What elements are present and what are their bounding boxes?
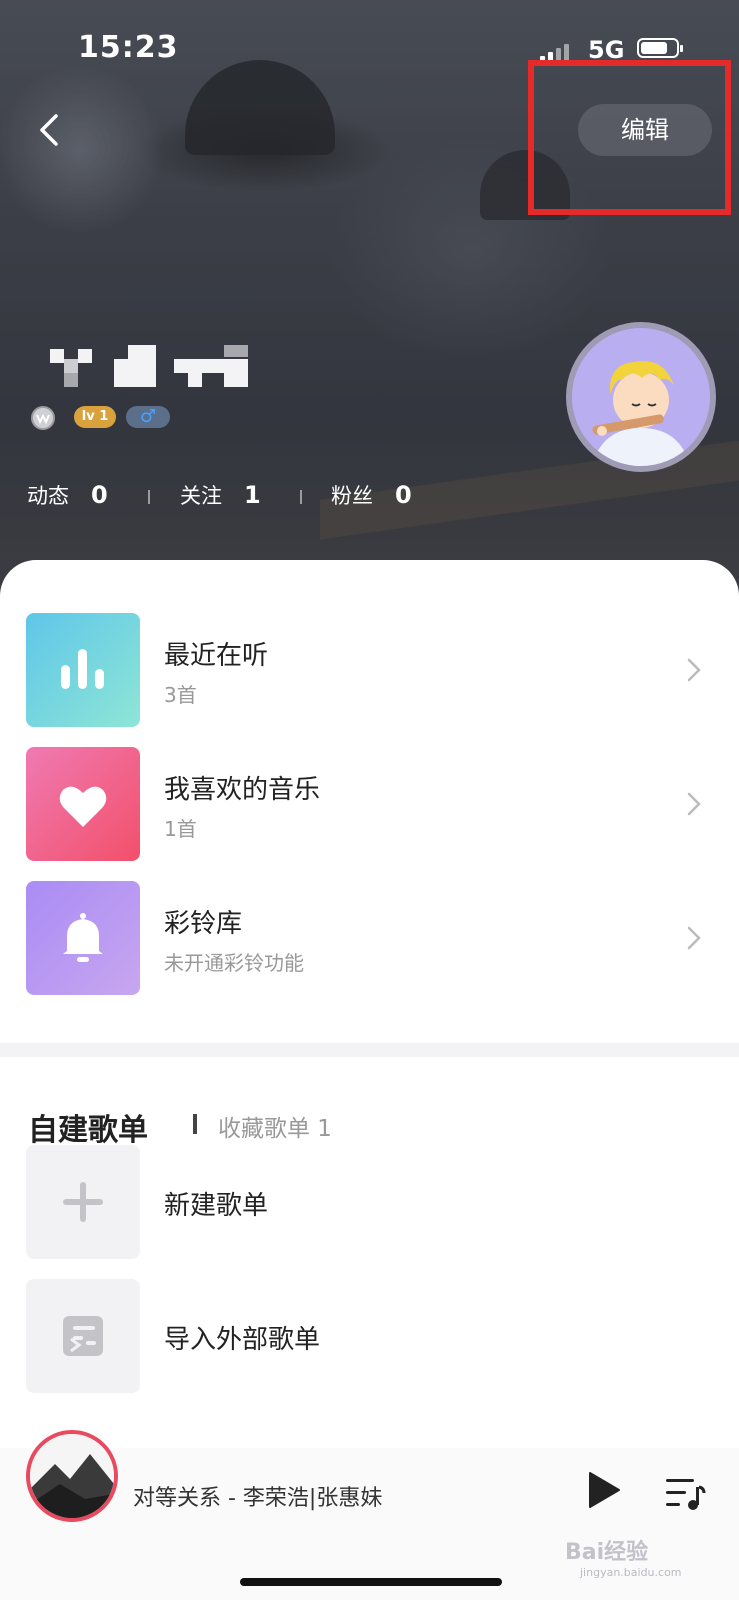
battery-icon bbox=[637, 38, 683, 58]
tab-created-playlists[interactable]: 自建歌单 bbox=[28, 1105, 148, 1149]
import-icon bbox=[26, 1279, 140, 1393]
stat-value: 0 bbox=[91, 481, 108, 509]
playlist-queue-icon[interactable] bbox=[664, 1475, 706, 1511]
stat-following[interactable]: 关注 1 bbox=[180, 480, 261, 510]
list-item-ringtones[interactable]: 彩铃库 未开通彩铃功能 bbox=[26, 881, 726, 995]
home-indicator[interactable] bbox=[240, 1578, 502, 1586]
list-item-title: 彩铃库 bbox=[164, 909, 243, 939]
now-playing-title[interactable]: 对等关系 - 李荣浩|张惠妹 bbox=[133, 1480, 382, 1512]
username-pixelated bbox=[50, 345, 260, 395]
list-item-title: 新建歌单 bbox=[164, 1191, 269, 1221]
list-item-subtitle: 1首 bbox=[164, 817, 197, 841]
stat-label: 动态 bbox=[27, 484, 69, 508]
stat-value: 0 bbox=[395, 481, 412, 509]
import-playlist-button[interactable]: 导入外部歌单 bbox=[26, 1279, 726, 1393]
album-art[interactable] bbox=[26, 1430, 118, 1522]
section-divider bbox=[0, 1043, 739, 1057]
level-badge: lv 1 bbox=[74, 406, 116, 428]
annotation-highlight-box bbox=[528, 60, 731, 215]
medal-icon bbox=[27, 405, 59, 431]
stat-value: 1 bbox=[244, 481, 261, 509]
watermark: Bai经验 bbox=[565, 1540, 649, 1565]
chevron-left-icon bbox=[40, 114, 58, 146]
tab-favorite-playlists[interactable]: 收藏歌单 1 bbox=[218, 1109, 332, 1143]
gender-badge: ♂ bbox=[126, 406, 170, 428]
chevron-right-icon bbox=[687, 792, 701, 816]
list-item-title: 我喜欢的音乐 bbox=[164, 775, 321, 805]
chevron-right-icon bbox=[687, 926, 701, 950]
list-item-title: 最近在听 bbox=[164, 641, 269, 671]
heart-icon bbox=[26, 747, 140, 861]
stat-label: 粉丝 bbox=[331, 484, 373, 508]
list-item-subtitle: 未开通彩铃功能 bbox=[164, 951, 304, 975]
play-icon[interactable] bbox=[586, 1470, 622, 1510]
avatar[interactable] bbox=[566, 322, 716, 472]
chevron-right-icon bbox=[687, 658, 701, 682]
list-item-title: 导入外部歌单 bbox=[164, 1325, 321, 1355]
status-time: 15:23 bbox=[78, 30, 179, 65]
list-item-liked-music[interactable]: 我喜欢的音乐 1首 bbox=[26, 747, 726, 861]
signal-icon bbox=[540, 42, 572, 62]
bell-icon bbox=[26, 881, 140, 995]
stat-followers[interactable]: 粉丝 0 bbox=[331, 480, 412, 510]
stat-label: 关注 bbox=[180, 484, 222, 508]
list-item-recent[interactable]: 最近在听 3首 bbox=[26, 613, 726, 727]
back-button[interactable] bbox=[36, 110, 66, 150]
plus-icon bbox=[26, 1145, 140, 1259]
stat-posts[interactable]: 动态 0 bbox=[27, 480, 108, 510]
list-item-subtitle: 3首 bbox=[164, 683, 197, 707]
watermark-url: jingyan.baidu.com bbox=[580, 1566, 682, 1579]
bar-chart-icon bbox=[26, 613, 140, 727]
new-playlist-button[interactable]: 新建歌单 bbox=[26, 1145, 726, 1259]
